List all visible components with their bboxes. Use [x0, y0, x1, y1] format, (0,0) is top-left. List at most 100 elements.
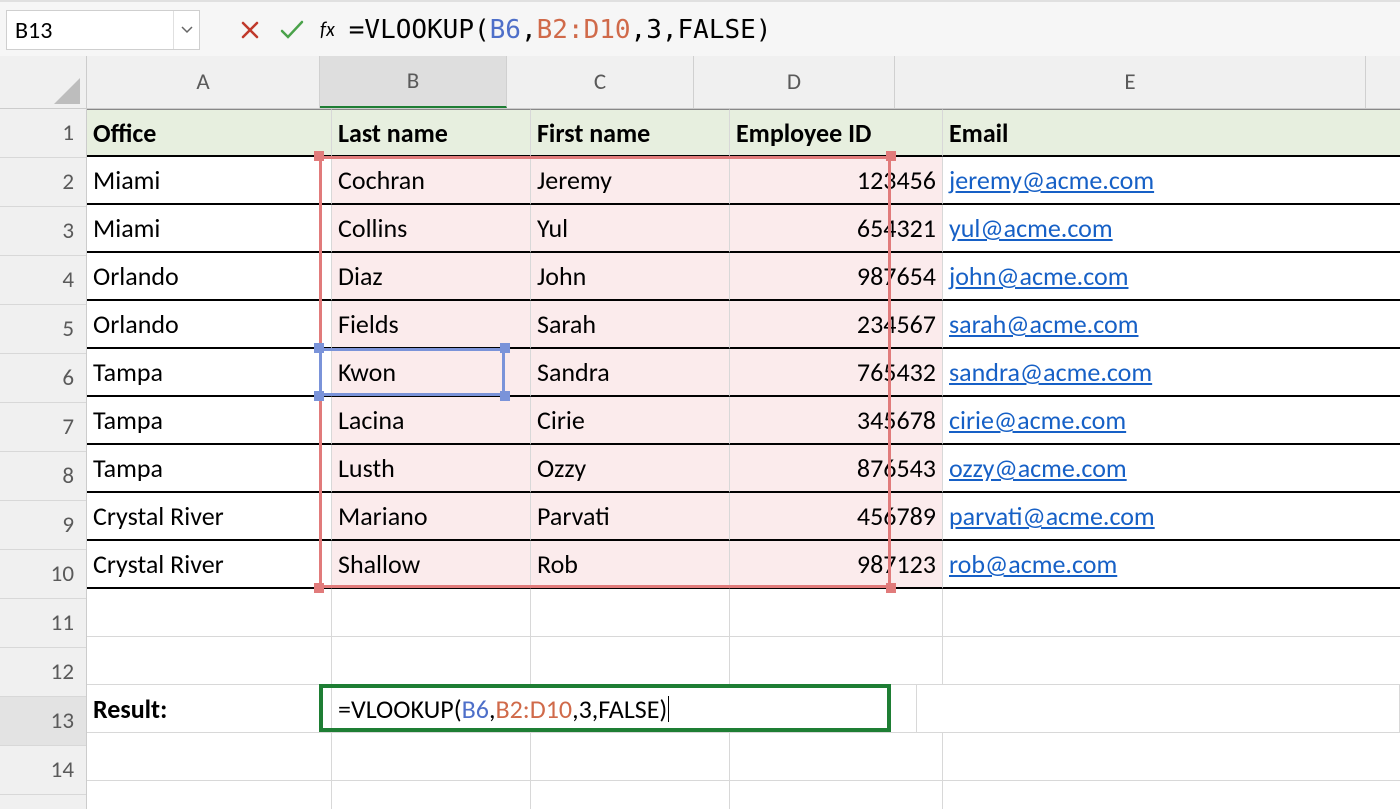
cell-a14[interactable]: [87, 733, 332, 781]
email-link[interactable]: sarah@acme.com: [949, 308, 1139, 340]
header-cell-a[interactable]: Office: [87, 109, 332, 157]
cell-d8[interactable]: 876543: [730, 445, 943, 493]
cell-d12[interactable]: [730, 637, 943, 685]
cell-b10[interactable]: Shallow: [332, 541, 531, 589]
row-header-6[interactable]: 6: [0, 354, 86, 403]
cell-c6[interactable]: Sandra: [531, 349, 730, 397]
cell-a10[interactable]: Crystal River: [87, 541, 332, 589]
cell-a4[interactable]: Orlando: [87, 253, 332, 301]
cell-b15[interactable]: [332, 781, 531, 809]
row-header-7[interactable]: 7: [0, 403, 86, 452]
cell-d4[interactable]: 987654: [730, 253, 943, 301]
cell-d14[interactable]: [730, 733, 943, 781]
result-label-cell[interactable]: Result:: [87, 685, 332, 733]
row-header-4[interactable]: 4: [0, 256, 86, 305]
cell-a5[interactable]: Orlando: [87, 301, 332, 349]
row-header-1[interactable]: 1: [0, 109, 86, 158]
cell-e3[interactable]: yul@acme.com: [943, 205, 1400, 253]
cell-e8[interactable]: ozzy@acme.com: [943, 445, 1400, 493]
header-cell-d[interactable]: Employee ID: [730, 109, 943, 157]
cell-e10[interactable]: rob@acme.com: [943, 541, 1400, 589]
column-header-b[interactable]: B: [320, 56, 507, 108]
row-header-13[interactable]: 13: [0, 697, 86, 746]
cell-c5[interactable]: Sarah: [531, 301, 730, 349]
fx-label[interactable]: fx: [320, 18, 335, 42]
formula-input[interactable]: =VLOOKUP(B6,B2:D10,3,FALSE): [349, 15, 1394, 45]
cell-a7[interactable]: Tampa: [87, 397, 332, 445]
column-header-e[interactable]: E: [895, 56, 1366, 108]
row-header-5[interactable]: 5: [0, 305, 86, 354]
email-link[interactable]: sandra@acme.com: [949, 356, 1152, 388]
row-header-15[interactable]: 15: [0, 795, 86, 809]
cell-c11[interactable]: [531, 589, 730, 637]
cell-a9[interactable]: Crystal River: [87, 493, 332, 541]
cell-d5[interactable]: 234567: [730, 301, 943, 349]
name-box[interactable]: [7, 11, 173, 49]
email-link[interactable]: rob@acme.com: [949, 548, 1117, 580]
row-header-9[interactable]: 9: [0, 501, 86, 550]
cell-e5[interactable]: sarah@acme.com: [943, 301, 1400, 349]
cell-b2[interactable]: Cochran: [332, 157, 531, 205]
row-header-10[interactable]: 10: [0, 550, 86, 599]
email-link[interactable]: john@acme.com: [949, 260, 1128, 292]
cell-e7[interactable]: cirie@acme.com: [943, 397, 1400, 445]
cell-e4[interactable]: john@acme.com: [943, 253, 1400, 301]
cell-d11[interactable]: [730, 589, 943, 637]
row-header-14[interactable]: 14: [0, 746, 86, 795]
row-header-11[interactable]: 11: [0, 599, 86, 648]
row-header-2[interactable]: 2: [0, 158, 86, 207]
cell-e14[interactable]: [943, 733, 1400, 781]
cell-b9[interactable]: Mariano: [332, 493, 531, 541]
cell-e15[interactable]: [943, 781, 1400, 809]
header-cell-e[interactable]: Email: [943, 109, 1400, 157]
cell-b7[interactable]: Lacina: [332, 397, 531, 445]
cell-a11[interactable]: [87, 589, 332, 637]
cell-e2[interactable]: jeremy@acme.com: [943, 157, 1400, 205]
cell-a8[interactable]: Tampa: [87, 445, 332, 493]
cell-a6[interactable]: Tampa: [87, 349, 332, 397]
cell-b6[interactable]: Kwon: [332, 349, 531, 397]
cell-c15[interactable]: [531, 781, 730, 809]
cell-c4[interactable]: John: [531, 253, 730, 301]
cell-d3[interactable]: 654321: [730, 205, 943, 253]
cell-a3[interactable]: Miami: [87, 205, 332, 253]
cell-a2[interactable]: Miami: [87, 157, 332, 205]
cell-e6[interactable]: sandra@acme.com: [943, 349, 1400, 397]
cell-b12[interactable]: [332, 637, 531, 685]
cell-b13[interactable]: =VLOOKUP(B6,B2:D10,3,FALSE): [332, 685, 917, 733]
cell-d2[interactable]: 123456: [730, 157, 943, 205]
row-header-3[interactable]: 3: [0, 207, 86, 256]
email-link[interactable]: ozzy@acme.com: [949, 452, 1127, 484]
cell-b4[interactable]: Diaz: [332, 253, 531, 301]
header-cell-c[interactable]: First name: [531, 109, 730, 157]
cell-c2[interactable]: Jeremy: [531, 157, 730, 205]
cell-d15[interactable]: [730, 781, 943, 809]
email-link[interactable]: cirie@acme.com: [949, 404, 1126, 436]
email-link[interactable]: jeremy@acme.com: [949, 164, 1154, 196]
row-header-12[interactable]: 12: [0, 648, 86, 697]
cell-b14[interactable]: [332, 733, 531, 781]
cell-c12[interactable]: [531, 637, 730, 685]
cell-e13[interactable]: [917, 685, 1400, 733]
cell-b3[interactable]: Collins: [332, 205, 531, 253]
column-header-d[interactable]: D: [694, 56, 895, 108]
cell-c7[interactable]: Cirie: [531, 397, 730, 445]
cell-b11[interactable]: [332, 589, 531, 637]
cell-d9[interactable]: 456789: [730, 493, 943, 541]
email-link[interactable]: parvati@acme.com: [949, 500, 1155, 532]
cell-c9[interactable]: Parvati: [531, 493, 730, 541]
cancel-button[interactable]: [230, 11, 270, 49]
cell-d10[interactable]: 987123: [730, 541, 943, 589]
cell-e12[interactable]: [943, 637, 1400, 685]
header-cell-b[interactable]: Last name: [332, 109, 531, 157]
name-box-dropdown[interactable]: [173, 11, 199, 49]
name-box-wrap[interactable]: [6, 10, 200, 50]
cells-area[interactable]: OfficeLast nameFirst nameEmployee IDEmai…: [87, 109, 1400, 809]
cell-c10[interactable]: Rob: [531, 541, 730, 589]
enter-button[interactable]: [272, 11, 312, 49]
cell-d7[interactable]: 345678: [730, 397, 943, 445]
select-all-triangle[interactable]: [0, 56, 86, 109]
cell-a12[interactable]: [87, 637, 332, 685]
cell-e9[interactable]: parvati@acme.com: [943, 493, 1400, 541]
cell-c14[interactable]: [531, 733, 730, 781]
